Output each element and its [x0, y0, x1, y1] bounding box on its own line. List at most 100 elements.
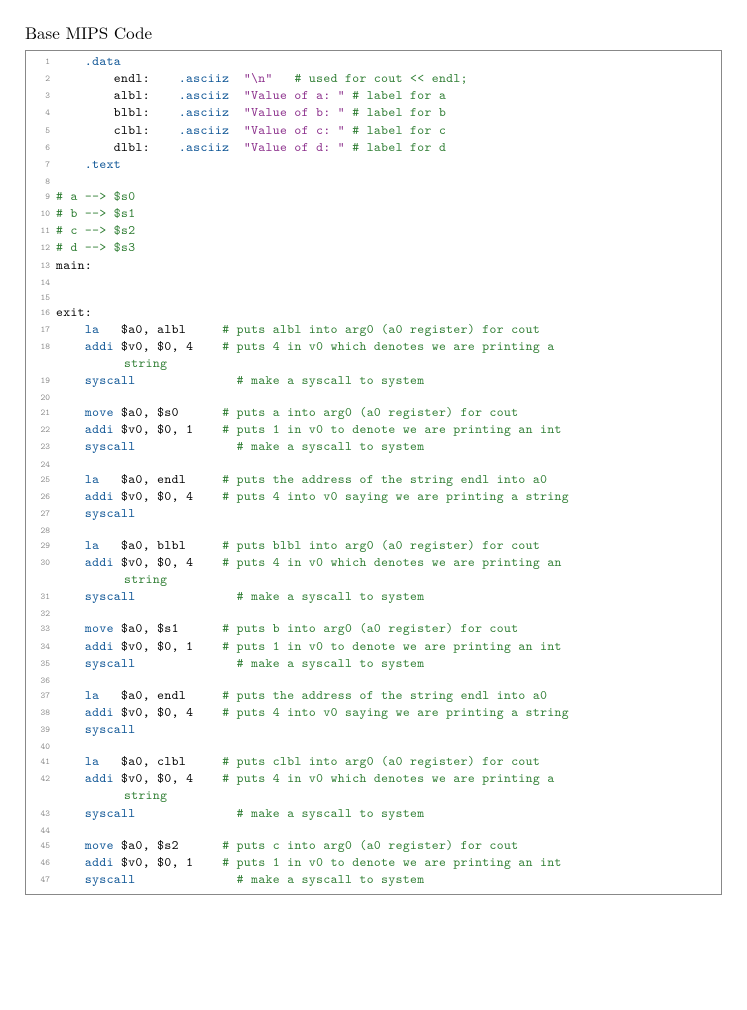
code-line: 4 blbl: .asciiz "Value of b: " # label f…: [26, 104, 721, 121]
code-content: blbl: .asciiz "Value of b: " # label for…: [56, 104, 446, 121]
code-content: addi $v0, $0, 1 # puts 1 in v0 to denote…: [56, 421, 562, 438]
code-content: # d --> $s3: [56, 239, 135, 256]
line-number: 40: [26, 738, 56, 753]
line-number: 3: [26, 87, 56, 102]
line-number: 18: [26, 338, 56, 353]
code-content: addi $v0, $0, 4 # puts 4 into v0 saying …: [56, 488, 569, 505]
code-line: 21 move $a0, $s0 # puts a into arg0 (a0 …: [26, 404, 721, 421]
line-number: 47: [26, 871, 56, 886]
line-number: 9: [26, 188, 56, 203]
code-line: 9# a --> $s0: [26, 188, 721, 205]
code-content: syscall # make a syscall to system: [56, 438, 425, 455]
line-number: 25: [26, 471, 56, 486]
code-line: 41 la $a0, clbl # puts clbl into arg0 (a…: [26, 753, 721, 770]
code-content: syscall # make a syscall to system: [56, 588, 425, 605]
line-number: 22: [26, 421, 56, 436]
code-content: syscall # make a syscall to system: [56, 655, 425, 672]
code-content: endl: .asciiz "\n" # used for cout << en…: [56, 70, 468, 87]
line-number: 23: [26, 438, 56, 453]
line-number: [26, 355, 56, 358]
line-number: [26, 571, 56, 574]
code-line: 2 endl: .asciiz "\n" # used for cout << …: [26, 70, 721, 87]
line-number: 12: [26, 239, 56, 254]
code-content: addi $v0, $0, 4 # puts 4 into v0 saying …: [56, 704, 569, 721]
code-line-wrap: string: [26, 787, 721, 804]
line-number: 44: [26, 822, 56, 837]
line-number: 11: [26, 222, 56, 237]
line-number: 39: [26, 721, 56, 736]
code-content: la $a0, clbl # puts clbl into arg0 (a0 r…: [56, 753, 540, 770]
code-content: addi $v0, $0, 1 # puts 1 in v0 to denote…: [56, 638, 562, 655]
line-number: 31: [26, 588, 56, 603]
code-content: # c --> $s2: [56, 222, 135, 239]
code-content: # a --> $s0: [56, 188, 135, 205]
code-content: addi $v0, $0, 1 # puts 1 in v0 to denote…: [56, 854, 562, 871]
code-line: 34 addi $v0, $0, 1 # puts 1 in v0 to den…: [26, 638, 721, 655]
line-number: 38: [26, 704, 56, 719]
code-line: 44: [26, 822, 721, 837]
line-number: 46: [26, 854, 56, 869]
code-content: addi $v0, $0, 4 # puts 4 in v0 which den…: [56, 770, 555, 787]
code-content: syscall: [56, 505, 135, 522]
line-number: 19: [26, 372, 56, 387]
line-number: 1: [26, 53, 56, 68]
code-line: 5 clbl: .asciiz "Value of c: " # label f…: [26, 122, 721, 139]
line-number: 20: [26, 389, 56, 404]
code-line-wrap: string: [26, 355, 721, 372]
code-line: 37 la $a0, endl # puts the address of th…: [26, 687, 721, 704]
code-content: syscall # make a syscall to system: [56, 871, 425, 888]
line-number: 37: [26, 687, 56, 702]
code-line: 24: [26, 456, 721, 471]
code-line: 39 syscall: [26, 721, 721, 738]
line-number: 35: [26, 655, 56, 670]
code-content: string: [56, 571, 167, 588]
code-line: 29 la $a0, blbl # puts blbl into arg0 (a…: [26, 537, 721, 554]
code-line: 30 addi $v0, $0, 4 # puts 4 in v0 which …: [26, 554, 721, 571]
code-line: 13main:: [26, 257, 721, 274]
code-line: 36: [26, 672, 721, 687]
line-number: 21: [26, 404, 56, 419]
line-number: 13: [26, 257, 56, 272]
line-number: 29: [26, 537, 56, 552]
code-line: 20: [26, 389, 721, 404]
code-line-wrap: string: [26, 571, 721, 588]
code-line: 45 move $a0, $s2 # puts c into arg0 (a0 …: [26, 837, 721, 854]
code-line: 19 syscall # make a syscall to system: [26, 372, 721, 389]
code-line: 32: [26, 605, 721, 620]
code-line: 28: [26, 522, 721, 537]
code-line: 33 move $a0, $s1 # puts b into arg0 (a0 …: [26, 620, 721, 637]
code-content: la $a0, endl # puts the address of the s…: [56, 687, 547, 704]
line-number: 2: [26, 70, 56, 85]
line-number: 7: [26, 156, 56, 171]
code-line: 35 syscall # make a syscall to system: [26, 655, 721, 672]
code-content: move $a0, $s0 # puts a into arg0 (a0 reg…: [56, 404, 518, 421]
code-line: 6 dlbl: .asciiz "Value of d: " # label f…: [26, 139, 721, 156]
code-line: 46 addi $v0, $0, 1 # puts 1 in v0 to den…: [26, 854, 721, 871]
code-content: syscall # make a syscall to system: [56, 372, 425, 389]
code-content: clbl: .asciiz "Value of c: " # label for…: [56, 122, 446, 139]
line-number: 10: [26, 205, 56, 220]
code-content: move $a0, $s2 # puts c into arg0 (a0 reg…: [56, 837, 518, 854]
code-line: 10# b --> $s1: [26, 205, 721, 222]
line-number: 41: [26, 753, 56, 768]
code-listing: 1 .data2 endl: .asciiz "\n" # used for c…: [25, 50, 722, 895]
line-number: 36: [26, 672, 56, 687]
code-line: 47 syscall # make a syscall to system: [26, 871, 721, 888]
line-number: 43: [26, 805, 56, 820]
code-content: addi $v0, $0, 4 # puts 4 in v0 which den…: [56, 554, 562, 571]
code-content: exit:: [56, 304, 92, 321]
code-content: # b --> $s1: [56, 205, 135, 222]
code-content: la $a0, blbl # puts blbl into arg0 (a0 r…: [56, 537, 540, 554]
line-number: 8: [26, 173, 56, 188]
code-line: 3 albl: .asciiz "Value of a: " # label f…: [26, 87, 721, 104]
code-content: albl: .asciiz "Value of a: " # label for…: [56, 87, 446, 104]
code-line: 16exit:: [26, 304, 721, 321]
line-number: 16: [26, 304, 56, 319]
code-content: .text: [56, 156, 121, 173]
line-number: 34: [26, 638, 56, 653]
code-content: syscall # make a syscall to system: [56, 805, 425, 822]
line-number: 45: [26, 837, 56, 852]
code-content: string: [56, 355, 167, 372]
code-line: 31 syscall # make a syscall to system: [26, 588, 721, 605]
code-line: 23 syscall # make a syscall to system: [26, 438, 721, 455]
